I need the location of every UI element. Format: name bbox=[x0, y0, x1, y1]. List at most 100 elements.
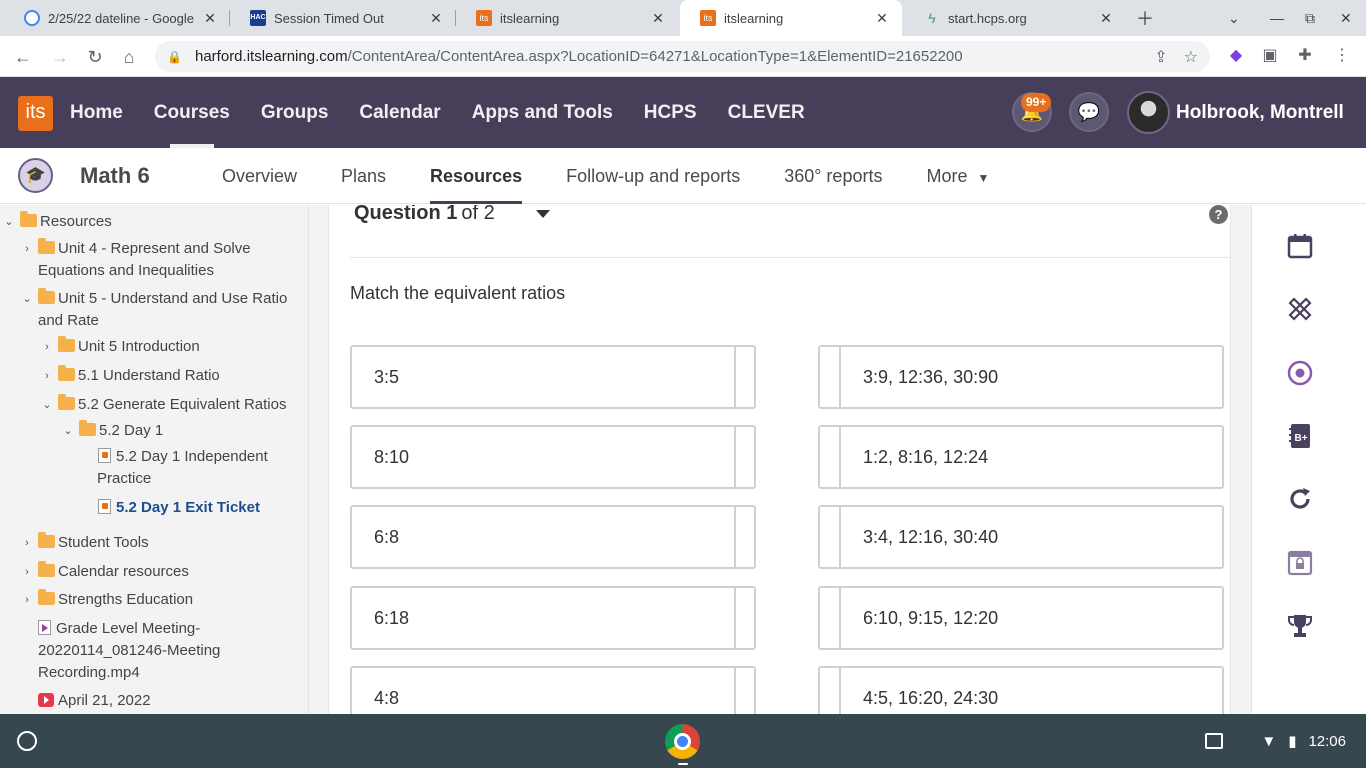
tab-360-reports[interactable]: 360° reports bbox=[784, 148, 882, 204]
browser-tab[interactable]: 2/25/22 dateline - Google ✕ bbox=[4, 0, 230, 36]
close-icon[interactable]: ✕ bbox=[428, 10, 444, 27]
tab-resources[interactable]: Resources bbox=[430, 148, 523, 204]
tree-item-student-tools[interactable]: › Student Tools bbox=[0, 532, 149, 554]
chrome-icon[interactable] bbox=[665, 724, 700, 759]
drag-handle[interactable] bbox=[839, 668, 841, 714]
user-name[interactable]: Holbrook, Montrell bbox=[1176, 77, 1344, 148]
tree-item-unit-5-intro[interactable]: › Unit 5 Introduction bbox=[0, 336, 200, 358]
match-right-item[interactable]: 3:4, 12:16, 30:40 bbox=[818, 505, 1224, 569]
browser-tab[interactable]: HAC Session Timed Out ✕ bbox=[230, 0, 456, 36]
match-right-item[interactable]: 1:2, 8:16, 12:24 bbox=[818, 425, 1224, 489]
chevron-down-icon[interactable]: ⌄ bbox=[62, 420, 74, 442]
nav-apps-and-tools[interactable]: Apps and Tools bbox=[472, 77, 613, 148]
tree-item-unit-5[interactable]: ⌄ Unit 5 - Understand and Use Ratio and … bbox=[0, 288, 300, 332]
match-right-item[interactable]: 3:9, 12:36, 30:90 bbox=[818, 345, 1224, 409]
nav-groups[interactable]: Groups bbox=[261, 77, 329, 148]
back-icon[interactable]: ← bbox=[10, 44, 36, 70]
tree-item-5-2-day-1[interactable]: ⌄ 5.2 Day 1 bbox=[0, 420, 163, 442]
close-icon[interactable]: ✕ bbox=[1098, 10, 1114, 27]
chevron-right-icon[interactable]: › bbox=[21, 238, 33, 260]
chevron-right-icon[interactable]: › bbox=[21, 561, 33, 583]
tab-search-icon[interactable]: ⌄ bbox=[1228, 0, 1240, 36]
menu-kebab-icon[interactable]: ⋮ bbox=[1330, 44, 1354, 68]
tree-item-grade-level-meeting[interactable]: Grade Level Meeting- 20220114_081246-Mee… bbox=[0, 618, 300, 684]
gradebook-icon[interactable]: B+ bbox=[1286, 422, 1314, 450]
extension-icon[interactable]: ▣ bbox=[1258, 44, 1282, 68]
chevron-down-icon[interactable]: ⌄ bbox=[41, 394, 53, 416]
chevron-right-icon[interactable]: › bbox=[41, 365, 53, 387]
tree-item-exit-ticket[interactable]: 5.2 Day 1 Exit Ticket bbox=[0, 497, 260, 519]
calendar-icon[interactable] bbox=[1286, 232, 1314, 260]
tree-item-strengths-education[interactable]: › Strengths Education bbox=[0, 589, 193, 611]
new-tab-icon[interactable]: ＋ bbox=[1136, 0, 1154, 36]
forward-icon[interactable]: → bbox=[47, 44, 73, 70]
locked-archive-icon[interactable] bbox=[1286, 549, 1314, 577]
match-right-item[interactable]: 4:5, 16:20, 24:30 bbox=[818, 666, 1224, 714]
tree-item-independent-practice[interactable]: 5.2 Day 1 Independent Practice bbox=[0, 446, 300, 490]
minimize-icon[interactable]: — bbox=[1270, 0, 1284, 36]
tree-item-unit-4[interactable]: › Unit 4 - Represent and Solve Equations… bbox=[0, 238, 300, 282]
tree-item-calendar-resources[interactable]: › Calendar resources bbox=[0, 561, 189, 583]
chevron-right-icon[interactable]: › bbox=[21, 589, 33, 611]
drag-handle[interactable] bbox=[734, 507, 736, 567]
nav-courses[interactable]: Courses bbox=[154, 77, 230, 148]
tab-plans[interactable]: Plans bbox=[341, 148, 386, 204]
messages-icon[interactable]: 💬 bbox=[1069, 92, 1109, 132]
drag-handle[interactable] bbox=[734, 347, 736, 407]
its-logo[interactable]: its bbox=[18, 96, 53, 131]
browser-tab[interactable]: its itslearning ✕ bbox=[456, 0, 678, 36]
drag-handle[interactable] bbox=[734, 427, 736, 487]
course-title[interactable]: Math 6 bbox=[80, 148, 150, 204]
chevron-right-icon[interactable]: › bbox=[41, 336, 53, 358]
chevron-right-icon[interactable]: › bbox=[21, 532, 33, 554]
refresh-icon[interactable] bbox=[1286, 485, 1314, 513]
avatar[interactable] bbox=[1127, 91, 1170, 134]
tree-item-resources[interactable]: ⌄ Resources bbox=[0, 211, 112, 233]
close-icon[interactable]: ✕ bbox=[874, 10, 890, 27]
match-left-item[interactable]: 6:8 bbox=[350, 505, 756, 569]
target-icon[interactable] bbox=[1286, 359, 1314, 387]
drag-handle[interactable] bbox=[734, 668, 736, 714]
nav-clever[interactable]: CLEVER bbox=[728, 77, 805, 148]
question-selector[interactable]: Question 1 of 2 bbox=[354, 205, 495, 225]
close-icon[interactable]: ✕ bbox=[650, 10, 666, 27]
clipboard-icon[interactable] bbox=[1205, 733, 1224, 749]
share-icon[interactable]: ⇪ bbox=[1154, 47, 1167, 67]
browser-tab-active[interactable]: its itslearning ✕ bbox=[680, 0, 902, 36]
browser-tab[interactable]: ϟ start.hcps.org ✕ bbox=[904, 0, 1126, 36]
tree-item-april-21[interactable]: April 21, 2022 bbox=[0, 690, 151, 712]
tab-overview[interactable]: Overview bbox=[222, 148, 297, 204]
window-close-icon[interactable]: ✕ bbox=[1340, 0, 1352, 36]
help-icon[interactable]: ? bbox=[1209, 205, 1228, 224]
drag-handle[interactable] bbox=[839, 507, 841, 567]
home-icon[interactable]: ⌂ bbox=[116, 44, 142, 70]
ruler-pencil-icon[interactable] bbox=[1286, 295, 1314, 323]
nav-hcps[interactable]: HCPS bbox=[644, 77, 697, 148]
launcher-icon[interactable] bbox=[17, 731, 37, 751]
chevron-down-icon[interactable]: ⌄ bbox=[3, 211, 15, 233]
tab-more[interactable]: More ▼ bbox=[926, 148, 989, 204]
system-tray[interactable]: ▼ ▮ 12:06 bbox=[1205, 714, 1346, 768]
drag-handle[interactable] bbox=[839, 427, 841, 487]
tree-item-5-2[interactable]: ⌄ 5.2 Generate Equivalent Ratios bbox=[0, 394, 286, 416]
chevron-down-icon[interactable]: ⌄ bbox=[21, 288, 33, 310]
match-left-item[interactable]: 3:5 bbox=[350, 345, 756, 409]
reload-icon[interactable]: ↻ bbox=[82, 44, 108, 70]
match-right-item[interactable]: 6:10, 9:15, 12:20 bbox=[818, 586, 1224, 650]
match-left-item[interactable]: 4:8 bbox=[350, 666, 756, 714]
drag-handle[interactable] bbox=[734, 588, 736, 648]
drag-handle[interactable] bbox=[839, 347, 841, 407]
drag-handle[interactable] bbox=[839, 588, 841, 648]
match-left-item[interactable]: 8:10 bbox=[350, 425, 756, 489]
bookmark-star-icon[interactable]: ☆ bbox=[1184, 47, 1198, 67]
close-icon[interactable]: ✕ bbox=[202, 10, 218, 27]
tree-item-5-1[interactable]: › 5.1 Understand Ratio bbox=[0, 365, 220, 387]
restore-icon[interactable]: ⧉ bbox=[1305, 0, 1315, 36]
nav-calendar[interactable]: Calendar bbox=[359, 77, 440, 148]
match-left-item[interactable]: 6:18 bbox=[350, 586, 756, 650]
tab-follow-up-and-reports[interactable]: Follow-up and reports bbox=[566, 148, 740, 204]
trophy-icon[interactable] bbox=[1286, 612, 1314, 640]
nav-home[interactable]: Home bbox=[70, 77, 123, 148]
url-input[interactable]: 🔒 harford.itslearning.com/ContentArea/Co… bbox=[155, 41, 1210, 72]
extension-icon[interactable]: ◆ bbox=[1224, 44, 1248, 68]
